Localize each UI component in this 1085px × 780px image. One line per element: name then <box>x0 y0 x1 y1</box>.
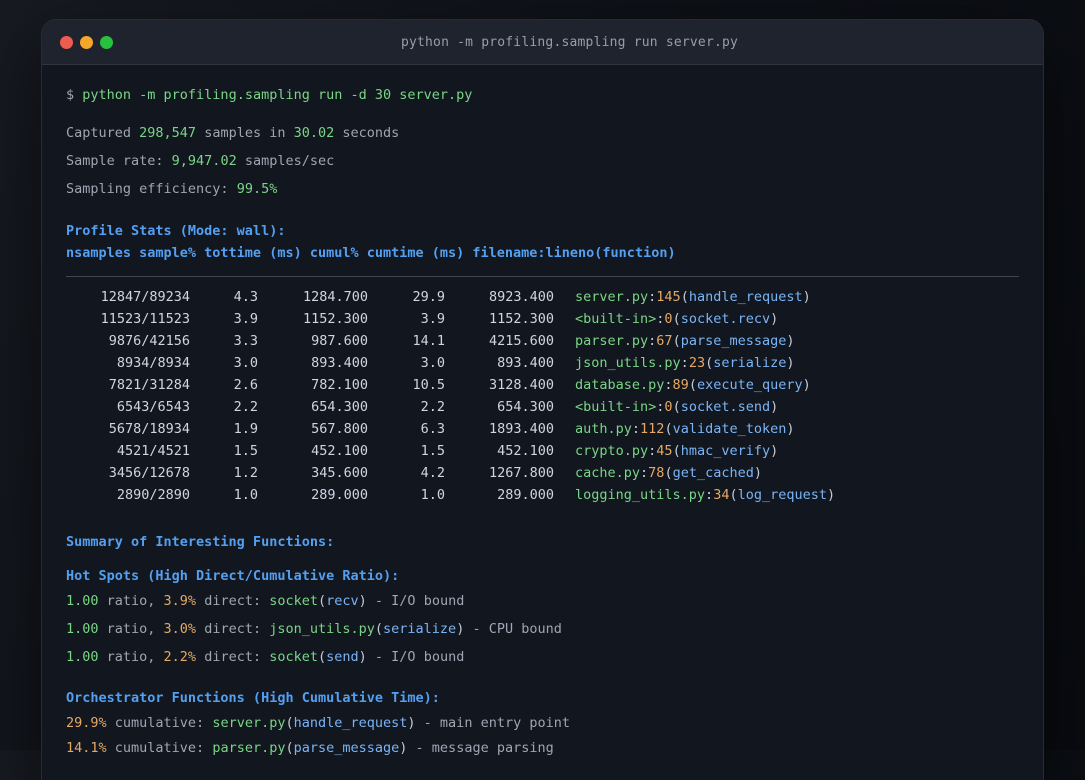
hot-spot-line: 1.00 ratio, 2.2% direct: socket(send) - … <box>66 649 465 665</box>
stat-cell: 11523/11523 <box>100 311 190 327</box>
stat-cell: 1284.700 <box>302 289 368 305</box>
traffic-lights <box>60 35 120 49</box>
stat-cell: 345.600 <box>311 465 368 481</box>
stat-cell: 1152.300 <box>488 311 554 327</box>
orchestrator-heading: Orchestrator Functions (High Cumulative … <box>66 690 440 706</box>
table-row: 9876/42156 3.3 987.600 14.1 4215.600 parser.p… <box>66 330 1019 352</box>
terminal-window: python -m profiling.sampling run server.… <box>42 20 1043 780</box>
sample-rate-line: Sample rate: 9,947.02 samples/sec <box>66 153 335 169</box>
stat-cell: 3.9 <box>233 311 258 327</box>
efficiency-line: Sampling efficiency: 99.5% <box>66 181 278 197</box>
function-ref: parser.py:67(parse_message) <box>575 333 795 349</box>
stat-cell: 893.400 <box>497 355 554 371</box>
function-ref: <built-in>:0(socket.recv) <box>575 311 779 327</box>
table-divider <box>66 276 1019 277</box>
table-row: 7821/31284 2.6 782.100 10.5 3128.400 database… <box>66 374 1019 396</box>
stat-cell: 3.9 <box>420 311 445 327</box>
table-row: 2890/2890 1.0 289.000 1.0 289.000 logging_uti… <box>66 484 1019 506</box>
stat-cell: 1.5 <box>420 443 445 459</box>
stat-cell: 14.1 <box>412 333 445 349</box>
stat-cell: 2.6 <box>233 377 258 393</box>
table-row: 6543/6543 2.2 654.300 2.2 654.300 <built-in>:… <box>66 396 1019 418</box>
profile-stats-heading: Profile Stats (Mode: wall): <box>66 223 286 239</box>
function-ref: crypto.py:45(hmac_verify) <box>575 443 779 459</box>
stat-cell: 567.800 <box>311 421 368 437</box>
stat-cell: 452.100 <box>497 443 554 459</box>
stat-cell: 4215.600 <box>488 333 554 349</box>
hot-spot-line: 1.00 ratio, 3.0% direct: json_utils.py(s… <box>66 621 562 637</box>
stat-cell: 2.2 <box>233 399 258 415</box>
command-line: $ python -m profiling.sampling run -d 30… <box>66 87 473 103</box>
stat-cell: 289.000 <box>497 487 554 503</box>
stat-cell: 3.0 <box>233 355 258 371</box>
function-ref: cache.py:78(get_cached) <box>575 465 762 481</box>
function-ref: database.py:89(execute_query) <box>575 377 811 393</box>
stat-cell: 893.400 <box>311 355 368 371</box>
stat-cell: 1.2 <box>233 465 258 481</box>
close-button[interactable] <box>60 35 73 49</box>
terminal-output: $ python -m profiling.sampling run -d 30… <box>42 65 1043 759</box>
stat-cell: 2890/2890 <box>116 487 190 503</box>
stat-cell: 654.300 <box>497 399 554 415</box>
stat-cell: 9876/42156 <box>108 333 190 349</box>
table-row: 12847/89234 4.3 1284.700 29.9 8923.400 server… <box>66 286 1019 308</box>
stat-cell: 4521/4521 <box>116 443 190 459</box>
stat-cell: 6543/6543 <box>116 399 190 415</box>
table-row: 5678/18934 1.9 567.800 6.3 1893.400 auth.py:1… <box>66 418 1019 440</box>
window-title: python -m profiling.sampling run server.… <box>400 34 739 50</box>
stat-cell: 289.000 <box>311 487 368 503</box>
stat-cell: 987.600 <box>311 333 368 349</box>
stats-table: 12847/89234 4.3 1284.700 29.9 8923.400 server… <box>66 286 1019 506</box>
stat-cell: 6.3 <box>420 421 445 437</box>
table-row: 8934/8934 3.0 893.400 3.0 893.400 json_utils.… <box>66 352 1019 374</box>
stat-cell: 3.0 <box>420 355 445 371</box>
captured-line: Captured 298,547 samples in 30.02 second… <box>66 125 400 141</box>
function-ref: logging_utils.py:34(log_request) <box>575 487 836 503</box>
stat-cell: 1.0 <box>420 487 445 503</box>
stat-cell: 1267.800 <box>488 465 554 481</box>
stat-cell: 654.300 <box>311 399 368 415</box>
stat-cell: 12847/89234 <box>100 289 190 305</box>
desktop-background: { "window": { "title": "python -m profil… <box>0 0 1085 780</box>
stat-cell: 3.3 <box>233 333 258 349</box>
summary-heading: Summary of Interesting Functions: <box>66 534 335 550</box>
stat-cell: 8934/8934 <box>116 355 190 371</box>
stat-cell: 1.0 <box>233 487 258 503</box>
stat-cell: 1.9 <box>233 421 258 437</box>
table-row: 11523/11523 3.9 1152.300 3.9 1152.300 <built-… <box>66 308 1019 330</box>
stat-cell: 3456/12678 <box>108 465 190 481</box>
stats-table-header: nsamples sample% tottime (ms) cumul% cum… <box>66 245 676 261</box>
hot-spots-heading: Hot Spots (High Direct/Cumulative Ratio)… <box>66 568 400 584</box>
function-ref: server.py:145(handle_request) <box>575 289 811 305</box>
table-row: 3456/12678 1.2 345.600 4.2 1267.800 cache.py:… <box>66 462 1019 484</box>
function-ref: <built-in>:0(socket.send) <box>575 399 779 415</box>
stat-cell: 29.9 <box>412 289 445 305</box>
function-ref: json_utils.py:23(serialize) <box>575 355 795 371</box>
function-ref: auth.py:112(validate_token) <box>575 421 795 437</box>
stat-cell: 4.3 <box>233 289 258 305</box>
titlebar[interactable]: python -m profiling.sampling run server.… <box>42 20 1043 65</box>
orchestrator-line: 14.1% cumulative: parser.py(parse_messag… <box>66 740 554 756</box>
stat-cell: 4.2 <box>420 465 445 481</box>
stat-cell: 782.100 <box>311 377 368 393</box>
stat-cell: 3128.400 <box>488 377 554 393</box>
maximize-button[interactable] <box>100 35 113 49</box>
orchestrator-line: 29.9% cumulative: server.py(handle_reque… <box>66 715 570 731</box>
stat-cell: 2.2 <box>420 399 445 415</box>
stat-cell: 7821/31284 <box>108 377 190 393</box>
stat-cell: 1152.300 <box>302 311 368 327</box>
stat-cell: 452.100 <box>311 443 368 459</box>
table-row: 4521/4521 1.5 452.100 1.5 452.100 crypto.py:4… <box>66 440 1019 462</box>
stat-cell: 10.5 <box>412 377 445 393</box>
stat-cell: 5678/18934 <box>108 421 190 437</box>
minimize-button[interactable] <box>80 35 93 49</box>
stat-cell: 1893.400 <box>488 421 554 437</box>
stat-cell: 8923.400 <box>488 289 554 305</box>
stat-cell: 1.5 <box>233 443 258 459</box>
hot-spot-line: 1.00 ratio, 3.9% direct: socket(recv) - … <box>66 593 465 609</box>
